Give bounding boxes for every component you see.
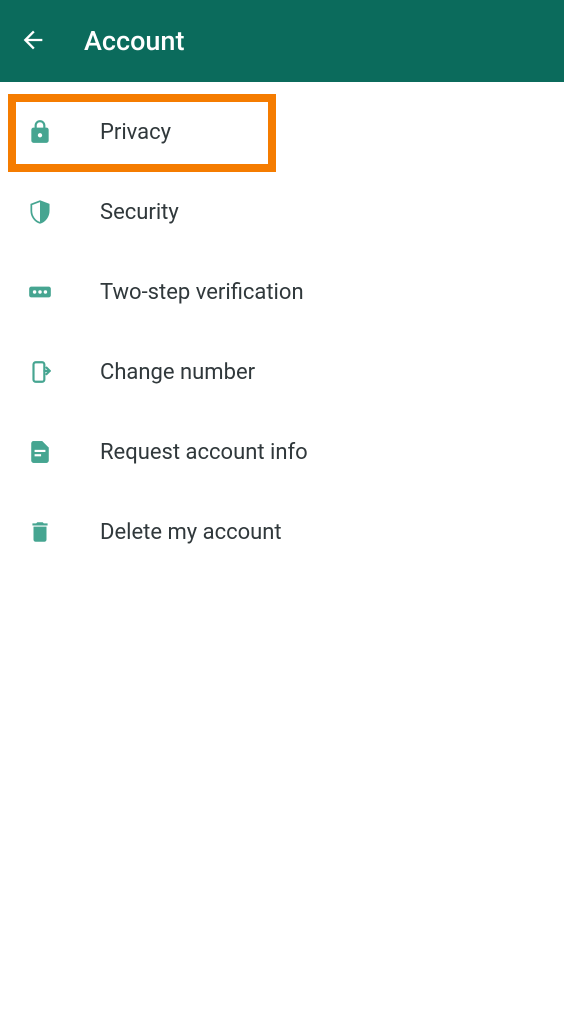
- menu-item-label: Two-step verification: [100, 280, 304, 305]
- menu-item-security[interactable]: Security: [0, 172, 564, 252]
- shield-icon: [26, 198, 54, 226]
- menu-item-request-info[interactable]: Request account info: [0, 412, 564, 492]
- menu-item-label: Privacy: [100, 120, 171, 145]
- account-menu: Privacy Security Two-step verification C…: [0, 82, 564, 572]
- phone-swap-icon: [26, 358, 54, 386]
- arrow-back-icon: [19, 26, 47, 57]
- menu-item-label: Delete my account: [100, 520, 282, 545]
- menu-item-privacy[interactable]: Privacy: [0, 92, 564, 172]
- trash-icon: [26, 518, 54, 546]
- lock-icon: [26, 118, 54, 146]
- app-header: Account: [0, 0, 564, 82]
- back-button[interactable]: [18, 26, 48, 56]
- menu-item-change-number[interactable]: Change number: [0, 332, 564, 412]
- dots-icon: [26, 278, 54, 306]
- page-title: Account: [84, 25, 184, 57]
- menu-item-label: Security: [100, 200, 179, 225]
- menu-item-label: Change number: [100, 360, 255, 385]
- document-icon: [26, 438, 54, 466]
- menu-item-two-step[interactable]: Two-step verification: [0, 252, 564, 332]
- menu-item-label: Request account info: [100, 440, 308, 465]
- menu-item-delete-account[interactable]: Delete my account: [0, 492, 564, 572]
